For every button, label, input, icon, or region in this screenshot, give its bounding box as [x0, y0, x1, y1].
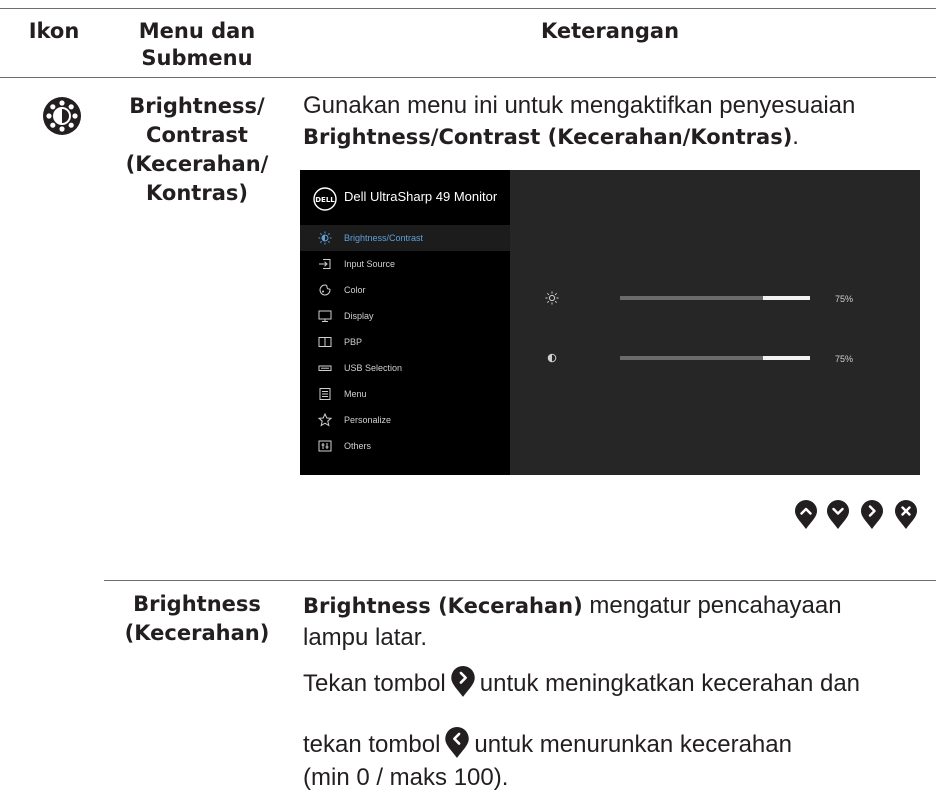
- osd-item-color[interactable]: Color: [300, 277, 510, 303]
- contrast-value: 75%: [835, 354, 854, 364]
- osd-item-personalize[interactable]: Personalize: [300, 407, 510, 433]
- row2-range-note: (min 0 / maks 100).: [303, 764, 509, 791]
- osd-item-brightness-contrast[interactable]: Brightness/Contrast: [300, 225, 510, 251]
- nav-buttons: [794, 500, 922, 530]
- osd-item-label: Others: [344, 441, 372, 451]
- contrast-slider-remaining: [763, 356, 810, 360]
- star-icon: [318, 413, 332, 427]
- others-icon: [318, 440, 332, 452]
- osd-item-pbp[interactable]: PBP: [300, 329, 510, 355]
- osd-screenshot: DELL Dell UltraSharp 49 Monitor Brightne…: [300, 170, 920, 475]
- osd-title: Dell UltraSharp 49 Monitor: [344, 189, 498, 204]
- menu-name-brightness-contrast: Brightness/ Contrast (Kecerahan/ Kontras…: [125, 94, 269, 205]
- dell-logo: DELL: [313, 187, 337, 216]
- header-bottom-rule: [0, 77, 936, 78]
- osd-item-display[interactable]: Display: [300, 303, 510, 329]
- osd-item-label: PBP: [344, 337, 363, 347]
- color-icon: [319, 284, 331, 296]
- menu-name-brightness: Brightness (Kecerahan): [124, 592, 270, 645]
- right-button-inline-icon: [450, 666, 476, 706]
- row1-description: Gunakan menu ini untuk mengaktifkan peny…: [303, 92, 856, 150]
- osd-sidebar: DELL Dell UltraSharp 49 Monitor Brightne…: [300, 170, 510, 475]
- osd-content-panel: 75% 75%: [510, 170, 920, 475]
- menu-icon: [319, 388, 331, 400]
- contrast-slider-fill: [620, 356, 763, 360]
- usb-icon: [318, 365, 332, 371]
- brightness-icon: [318, 231, 332, 245]
- osd-item-others[interactable]: Others: [300, 433, 510, 459]
- osd-item-label: Personalize: [344, 415, 392, 425]
- brightness-slider-remaining: [763, 296, 810, 300]
- brightness-value: 75%: [835, 294, 854, 304]
- display-icon: [318, 310, 332, 322]
- header-keterangan: Keterangan: [540, 19, 680, 43]
- header-ikon: Ikon: [28, 19, 80, 43]
- down-button[interactable]: [826, 500, 850, 530]
- pbp-icon: [318, 337, 332, 347]
- contrast-slider[interactable]: [620, 356, 810, 360]
- osd-item-usb-selection[interactable]: USB Selection: [300, 355, 510, 381]
- desc-bold-brightness: Brightness (Kecerahan): [303, 594, 583, 618]
- brightness-contrast-icon: [42, 96, 82, 141]
- row2-increase-instruction: Tekan tombol untuk meningkatkan kecerahan…: [303, 666, 933, 706]
- osd-item-label: Color: [344, 285, 366, 295]
- row2-top-rule: [104, 580, 936, 581]
- right-button[interactable]: [860, 500, 884, 530]
- left-button-inline-icon: [444, 727, 470, 767]
- brightness-slider-fill: [620, 296, 763, 300]
- table-top-rule: [0, 8, 936, 9]
- brightness-slider[interactable]: [620, 296, 810, 300]
- osd-item-menu[interactable]: Menu: [300, 381, 510, 407]
- osd-item-label: Menu: [344, 389, 367, 399]
- osd-item-label: Display: [344, 311, 374, 321]
- osd-item-input-source[interactable]: Input Source: [300, 251, 510, 277]
- header-menu-submenu: Menu dan Submenu: [138, 19, 256, 70]
- sun-icon: [545, 291, 559, 305]
- desc-bold-term: Brightness/Contrast (Kecerahan/Kontras): [303, 125, 793, 149]
- osd-item-label: Brightness/Contrast: [344, 233, 424, 243]
- osd-item-label: USB Selection: [344, 363, 403, 373]
- row2-decrease-instruction: tekan tombol untuk menurunkan kecerahan: [303, 727, 933, 767]
- input-source-icon: [319, 259, 331, 269]
- close-button[interactable]: [894, 500, 918, 530]
- row2-description: Brightness (Kecerahan) mengatur pencahay…: [303, 592, 842, 651]
- contrast-icon: [547, 353, 557, 363]
- up-button[interactable]: [794, 500, 818, 530]
- osd-item-label: Input Source: [344, 259, 396, 269]
- svg-text:DELL: DELL: [315, 196, 335, 204]
